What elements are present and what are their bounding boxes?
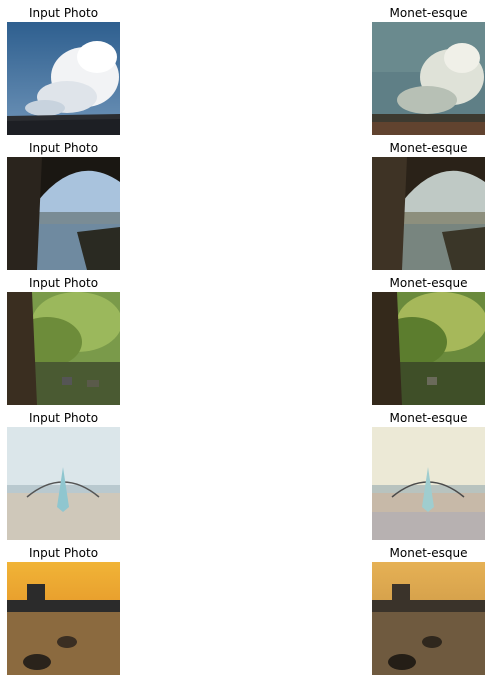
monet-pier [372,562,485,675]
input-photo-boat [7,427,120,540]
monet-title-2: Monet-esque [389,141,468,155]
input-photo-title-4: Input Photo [28,411,99,425]
monet-title-5: Monet-esque [389,546,468,560]
input-photo-forest [7,292,120,405]
monet-title-4: Monet-esque [389,411,468,425]
monet-boat [372,427,485,540]
input-photo-title-5: Input Photo [28,546,99,560]
monet-bridge [372,157,485,270]
input-photo-title-2: Input Photo [28,141,99,155]
input-photo-bridge [7,157,120,270]
input-photo-title-3: Input Photo [28,276,99,290]
input-photo-pier [7,562,120,675]
monet-clouds [372,22,485,135]
input-photo-title-1: Input Photo [28,6,99,20]
monet-forest [372,292,485,405]
input-photo-clouds [7,22,120,135]
monet-title-3: Monet-esque [389,276,468,290]
monet-title-1: Monet-esque [389,6,468,20]
